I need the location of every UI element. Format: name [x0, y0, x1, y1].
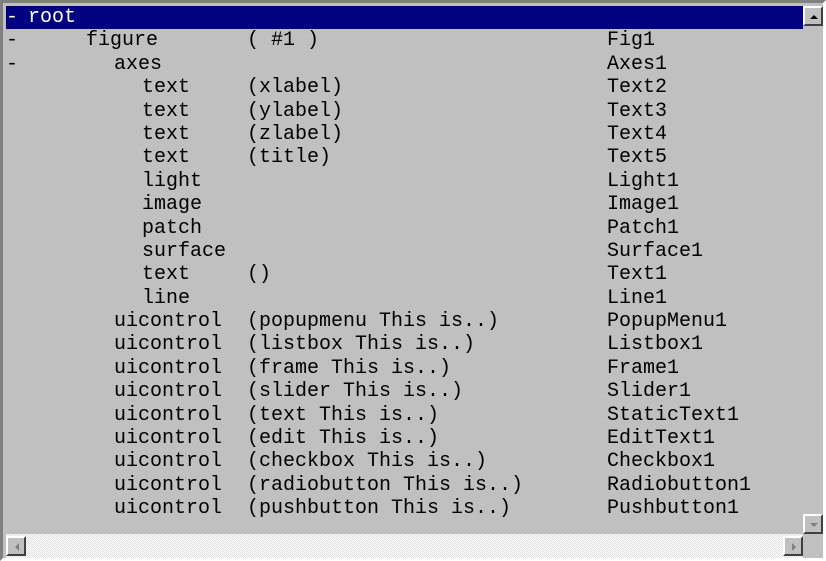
hierarchy-row[interactable]: uicontrol (edit This is..) EditText1	[6, 427, 803, 450]
object-tag: Text1	[607, 263, 668, 287]
hierarchy-row[interactable]: light Light1	[6, 170, 803, 193]
hierarchy-row[interactable]: text (zlabel) Text4	[6, 123, 803, 146]
object-description: (slider This is..)	[247, 380, 464, 404]
object-type: figure	[86, 29, 159, 53]
object-type: line	[142, 286, 191, 310]
object-tag: Pushbutton1	[607, 497, 740, 521]
hierarchy-row[interactable]: - root	[6, 6, 803, 30]
object-type: uicontrol	[114, 333, 223, 357]
object-description: (xlabel)	[247, 76, 344, 100]
object-type: uicontrol	[114, 427, 223, 451]
scroll-left-button[interactable]	[6, 536, 26, 556]
hierarchy-row[interactable]: uicontrol (pushbutton This is..) Pushbut…	[6, 497, 803, 520]
object-type: uicontrol	[114, 310, 223, 334]
hierarchy-row[interactable]: uicontrol (text This is..) StaticText1	[6, 404, 803, 427]
hierarchy-row[interactable]: text (title) Text5	[6, 146, 803, 169]
hierarchy-row[interactable]: uicontrol (frame This is..) Frame1	[6, 357, 803, 380]
object-tag: Checkbox1	[607, 450, 716, 474]
hierarchy-row[interactable]: surface Surface1	[6, 240, 803, 263]
object-type: root	[28, 6, 77, 29]
object-type: uicontrol	[114, 473, 223, 497]
object-description: (popupmenu This is..)	[247, 310, 500, 334]
triangle-left-icon	[15, 543, 19, 551]
object-type: light	[142, 169, 203, 193]
object-tag: Fig1	[607, 29, 656, 53]
object-type: surface	[142, 239, 227, 263]
object-description: (frame This is..)	[247, 356, 452, 380]
hierarchy-row[interactable]: uicontrol (popupmenu This is..) PopupMen…	[6, 310, 803, 333]
object-description: (title)	[247, 146, 332, 170]
horizontal-scrollbar[interactable]	[6, 534, 803, 558]
object-description: (text This is..)	[247, 403, 440, 427]
hierarchy-row[interactable]: text (ylabel) Text3	[6, 100, 803, 123]
object-tag: Text5	[607, 146, 668, 170]
vertical-scrollbar[interactable]	[803, 6, 823, 534]
hierarchy-row[interactable]: uicontrol (checkbox This is..) Checkbox1	[6, 450, 803, 473]
object-type: axes	[114, 52, 163, 76]
object-type: uicontrol	[114, 380, 223, 404]
object-description: (pushbutton This is..)	[247, 497, 512, 521]
hierarchy-row[interactable]: line Line1	[6, 287, 803, 310]
scroll-down-button[interactable]	[803, 514, 823, 534]
object-tag: Text3	[607, 99, 668, 123]
object-description: (zlabel)	[247, 122, 344, 146]
object-description: ( #1 )	[247, 29, 320, 53]
object-tag: Frame1	[607, 356, 680, 380]
object-type: image	[142, 193, 203, 217]
hierarchy-row[interactable]: - figure ( #1 ) Fig1	[6, 29, 803, 52]
object-tag: Image1	[607, 193, 680, 217]
object-type: uicontrol	[114, 356, 223, 380]
hierarchy-row[interactable]: image Image1	[6, 193, 803, 216]
collapse-toggle[interactable]: -	[6, 6, 18, 29]
object-tag: Surface1	[607, 239, 704, 263]
object-tag: Listbox1	[607, 333, 704, 357]
object-tag: Line1	[607, 286, 668, 310]
triangle-down-icon	[810, 523, 818, 527]
object-description: (listbox This is..)	[247, 333, 476, 357]
hierarchy-row[interactable]: uicontrol (listbox This is..) Listbox1	[6, 333, 803, 356]
collapse-toggle[interactable]: -	[6, 29, 18, 52]
scroll-right-button[interactable]	[783, 536, 803, 556]
triangle-up-icon	[810, 15, 818, 19]
object-type: text	[142, 99, 191, 123]
collapse-toggle[interactable]: -	[6, 53, 18, 76]
object-hierarchy-listbox[interactable]: - root - figure ( #1 ) Fig1 - axes Axes1…	[0, 0, 826, 561]
object-tag: Patch1	[607, 216, 680, 240]
object-type: text	[142, 76, 191, 100]
hierarchy-row[interactable]: - axes Axes1	[6, 53, 803, 76]
object-tag: Light1	[607, 169, 680, 193]
object-description: (radiobutton This is..)	[247, 473, 524, 497]
object-type: uicontrol	[114, 403, 223, 427]
object-description: ()	[247, 263, 272, 287]
object-description: (ylabel)	[247, 99, 344, 123]
scrollbar-corner	[803, 534, 823, 558]
object-tag: Radiobutton1	[607, 473, 752, 497]
object-type: text	[142, 146, 191, 170]
hierarchy-row[interactable]: text (xlabel) Text2	[6, 76, 803, 99]
object-tag: Slider1	[607, 380, 692, 404]
hierarchy-row[interactable]: patch Patch1	[6, 217, 803, 240]
object-type: uicontrol	[114, 450, 223, 474]
object-tag: EditText1	[607, 427, 716, 451]
object-tag: Text4	[607, 122, 668, 146]
object-tag: Axes1	[607, 52, 668, 76]
triangle-right-icon	[792, 543, 796, 551]
hierarchy-row[interactable]: uicontrol (slider This is..) Slider1	[6, 380, 803, 403]
object-type: patch	[142, 216, 203, 240]
hierarchy-list[interactable]: - root - figure ( #1 ) Fig1 - axes Axes1…	[6, 6, 803, 534]
object-tag: PopupMenu1	[607, 310, 728, 334]
object-description: (edit This is..)	[247, 427, 440, 451]
object-type: text	[142, 263, 191, 287]
object-type: text	[142, 122, 191, 146]
scroll-up-button[interactable]	[803, 6, 823, 26]
object-tag: StaticText1	[607, 403, 740, 427]
object-description: (checkbox This is..)	[247, 450, 488, 474]
object-tag: Text2	[607, 76, 668, 100]
hierarchy-row[interactable]: text () Text1	[6, 263, 803, 286]
hierarchy-row[interactable]: uicontrol (radiobutton This is..) Radiob…	[6, 474, 803, 497]
object-type: uicontrol	[114, 497, 223, 521]
